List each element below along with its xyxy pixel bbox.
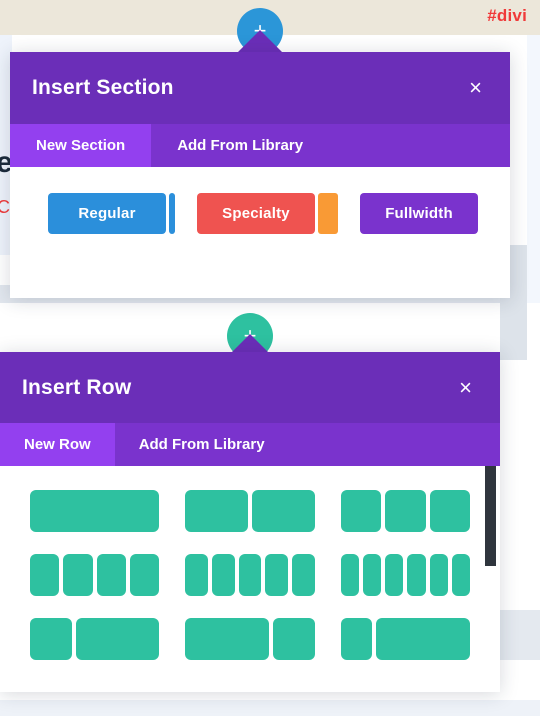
- insert-section-modal-header: Insert Section ×: [10, 52, 510, 124]
- layout-column: [429, 490, 470, 532]
- layout-column: [385, 490, 426, 532]
- divi-hashtag-label: #divi: [487, 6, 527, 25]
- insert-section-modal-body: Regular Specialty Fullwidth: [10, 167, 510, 298]
- tab-new-section-label: New Section: [36, 137, 126, 154]
- close-icon[interactable]: ×: [453, 373, 478, 403]
- layout-column: [340, 554, 359, 596]
- tab-new-row-label: New Row: [24, 436, 91, 453]
- row-modal-scrollbar-track[interactable]: [485, 466, 498, 692]
- layout-column: [129, 554, 160, 596]
- background-bottom-band: [0, 700, 540, 716]
- layout-column: [340, 490, 382, 532]
- tab-new-section[interactable]: New Section: [10, 124, 152, 167]
- close-icon[interactable]: ×: [463, 73, 488, 103]
- layout-column: [292, 554, 315, 596]
- insert-row-modal-tabs: New Row Add From Library: [0, 423, 500, 466]
- layout-column: [407, 554, 426, 596]
- tab-add-from-library[interactable]: Add From Library: [151, 124, 329, 167]
- layout-2-3-1-3[interactable]: [185, 618, 315, 660]
- tab-add-from-library-label: Add From Library: [177, 137, 304, 154]
- background-right-strip: [527, 35, 540, 303]
- tab-new-row[interactable]: New Row: [0, 423, 115, 466]
- layout-column: [63, 554, 93, 596]
- layout-column: [340, 618, 372, 660]
- layout-column: [238, 554, 262, 596]
- insert-section-modal-title: Insert Section: [32, 76, 174, 99]
- regular-section-sliver[interactable]: [169, 193, 175, 234]
- layout-column: [265, 554, 289, 596]
- fullwidth-section-button[interactable]: Fullwidth: [360, 193, 478, 234]
- insert-row-modal: Insert Row × New Row Add From Library: [0, 352, 500, 692]
- layout-column: [75, 618, 160, 660]
- layout-1-col[interactable]: [30, 490, 160, 532]
- layout-column: [185, 554, 208, 596]
- layout-4-col[interactable]: [30, 554, 160, 596]
- specialty-section-sliver[interactable]: [318, 193, 338, 234]
- regular-section-button[interactable]: Regular: [48, 193, 166, 234]
- layout-column: [375, 618, 470, 660]
- section-type-button-row: Regular Specialty Fullwidth: [48, 193, 510, 234]
- layout-column: [385, 554, 404, 596]
- background-lower-right-block: [500, 610, 540, 660]
- layout-column: [451, 554, 470, 596]
- layout-column: [429, 554, 448, 596]
- layout-1-3-2-3[interactable]: [30, 618, 160, 660]
- insert-section-modal: Insert Section × New Section Add From Li…: [10, 52, 510, 298]
- layout-column: [272, 618, 315, 660]
- row-layout-grid: [30, 490, 470, 660]
- layout-5-col[interactable]: [185, 554, 315, 596]
- insert-row-modal-header: Insert Row ×: [0, 352, 500, 423]
- layout-column: [252, 490, 315, 532]
- layout-1-4-3-4[interactable]: [340, 618, 470, 660]
- layout-3-col[interactable]: [340, 490, 470, 532]
- insert-section-modal-arrow: [238, 30, 282, 52]
- layout-2-col[interactable]: [185, 490, 315, 532]
- tab-add-from-library[interactable]: Add From Library: [115, 423, 289, 466]
- layout-column: [362, 554, 382, 596]
- layout-6-col[interactable]: [340, 554, 470, 596]
- insert-section-modal-tabs: New Section Add From Library: [10, 124, 510, 167]
- layout-column: [30, 618, 72, 660]
- layout-column: [212, 554, 235, 596]
- tab-add-from-library-label: Add From Library: [138, 436, 265, 453]
- layout-column: [96, 554, 126, 596]
- background-red-text-fragment: C: [0, 197, 10, 217]
- layout-column: [185, 490, 248, 532]
- insert-row-modal-body: [0, 466, 500, 692]
- layout-column: [30, 490, 160, 532]
- row-modal-scrollbar-thumb[interactable]: [485, 466, 496, 566]
- layout-column: [30, 554, 60, 596]
- layout-column: [185, 618, 269, 660]
- insert-row-modal-title: Insert Row: [22, 375, 132, 399]
- specialty-section-button[interactable]: Specialty: [197, 193, 315, 234]
